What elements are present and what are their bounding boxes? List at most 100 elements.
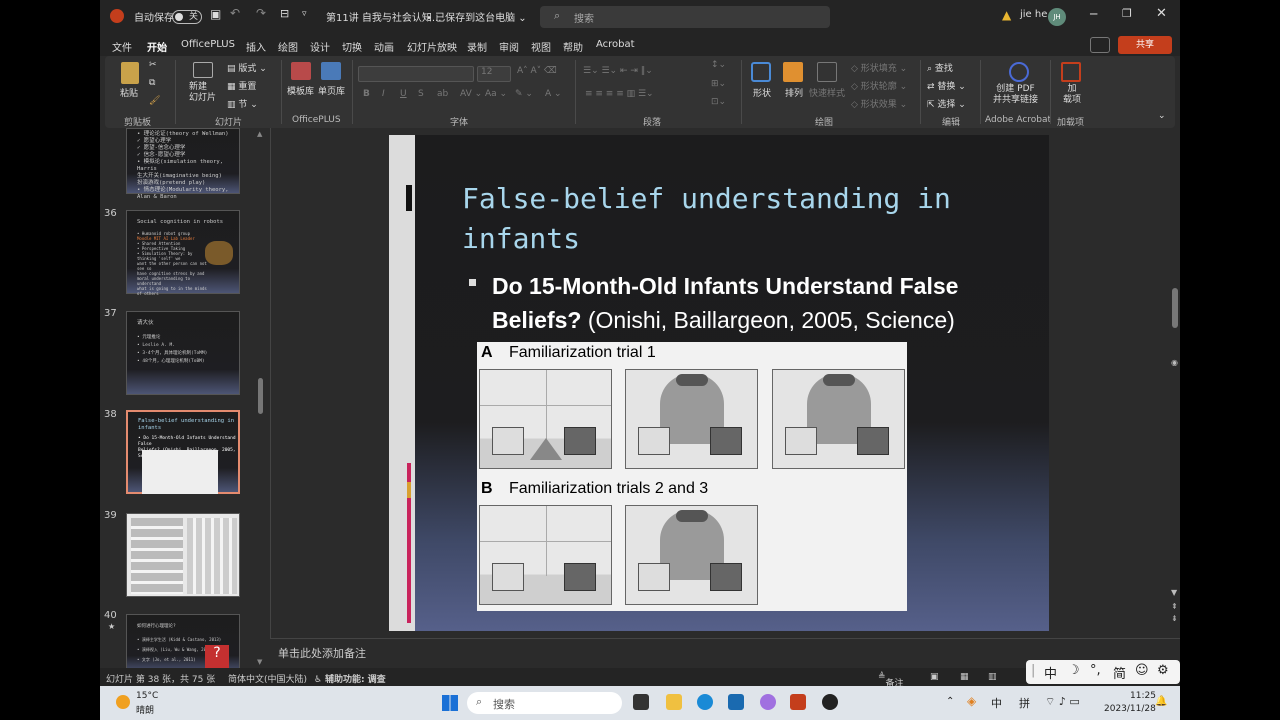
scroll-thumb[interactable] bbox=[1172, 288, 1178, 328]
taskbar-search[interactable]: ⌕ 搜索 bbox=[467, 692, 622, 714]
create-pdf-icon[interactable] bbox=[1009, 62, 1029, 82]
page-down-icon[interactable]: ▼ bbox=[1171, 588, 1177, 597]
ime-settings-icon[interactable]: ⚙ bbox=[1157, 663, 1169, 678]
accessibility-status[interactable]: ♿ 辅助功能: 调查 bbox=[314, 672, 386, 685]
language-status[interactable]: 简体中文(中国大陆) bbox=[228, 672, 307, 685]
ime-grip-icon[interactable]: | bbox=[1031, 663, 1035, 678]
single-page-library-label[interactable]: 单页库 bbox=[318, 84, 345, 97]
shadow-icon[interactable]: S bbox=[418, 89, 424, 99]
notification-icon[interactable]: 🔔 bbox=[1155, 696, 1167, 707]
share-button[interactable]: 共享 bbox=[1118, 36, 1172, 54]
clock-date[interactable]: 2023/11/28 bbox=[1104, 704, 1156, 714]
menu-draw[interactable]: 绘图 bbox=[278, 39, 298, 54]
media-player-icon[interactable] bbox=[822, 694, 838, 710]
shape-outline-button[interactable]: ◇ 形状轮廓 ⌄ bbox=[851, 79, 907, 92]
customize-qat-icon[interactable]: ▿ bbox=[302, 9, 307, 19]
strikethrough-icon[interactable]: ab bbox=[437, 89, 448, 99]
new-slide-icon[interactable] bbox=[193, 62, 213, 78]
edge-icon[interactable] bbox=[697, 694, 713, 710]
save-icon[interactable]: ▣ bbox=[210, 7, 221, 21]
current-slide[interactable]: False-belief understanding in infants Do… bbox=[389, 135, 1049, 631]
notes-button[interactable]: ≜ 备注 bbox=[878, 672, 904, 689]
moon-icon[interactable]: ☽ bbox=[1068, 663, 1080, 678]
search-box[interactable]: ⌕ 搜索 bbox=[540, 6, 830, 28]
slide-sorter-icon[interactable]: ▦ bbox=[960, 672, 969, 682]
menu-officeplus[interactable]: OfficePLUS bbox=[181, 39, 235, 50]
slide-thumbnail[interactable]: • 理论论证(theory of Wellman) ✓ 愿望心理学 ✓ 愿望-信… bbox=[126, 128, 240, 200]
format-painter-icon[interactable]: 🖌 bbox=[149, 96, 160, 106]
wifi-icon[interactable]: ⌔ ♪ ▭ bbox=[1045, 695, 1080, 709]
undo-icon[interactable]: ↶ bbox=[230, 6, 240, 20]
menu-view[interactable]: 视图 bbox=[531, 39, 551, 54]
scroll-icon[interactable]: ◉ bbox=[1171, 358, 1178, 367]
warning-icon[interactable]: ▲ bbox=[1002, 8, 1011, 22]
task-view-icon[interactable] bbox=[633, 694, 649, 710]
slide-bullet[interactable]: Do 15-Month-Old Infants Understand False… bbox=[492, 269, 1022, 337]
text-direction-icon[interactable]: ↕⌄ bbox=[711, 60, 726, 70]
replace-button[interactable]: ⇄ 替换 ⌄ bbox=[927, 79, 966, 92]
slide-thumbnail[interactable]: 如何进行心理理论? • 演绎主学生活 (Kidd & Castano, 2013… bbox=[126, 614, 240, 674]
reset-button[interactable]: ▦ 重置 bbox=[227, 79, 256, 92]
minimize-icon[interactable]: ─ bbox=[1090, 7, 1097, 21]
slide-thumbnail[interactable]: Social cognition in robots • Humanoid ro… bbox=[126, 210, 240, 296]
underline-icon[interactable]: U bbox=[400, 89, 407, 99]
font-color-icon[interactable]: A ⌄ bbox=[545, 89, 562, 99]
restore-icon[interactable]: ❐ bbox=[1122, 7, 1132, 20]
ime-punct[interactable]: °, bbox=[1090, 663, 1101, 678]
menu-record[interactable]: 录制 bbox=[467, 39, 487, 54]
italic-icon[interactable]: I bbox=[382, 89, 385, 99]
file-explorer-icon[interactable] bbox=[666, 694, 682, 710]
normal-view-icon[interactable]: ▣ bbox=[930, 672, 939, 682]
quick-styles-label[interactable]: 快速样式 bbox=[809, 86, 845, 99]
scroll-up-icon[interactable]: ▲ bbox=[257, 130, 262, 138]
slide-thumbnail[interactable] bbox=[126, 513, 240, 597]
slide-thumbnail[interactable]: 请大伙 • 元理推论 • Leslie A. M. • 3-4个月，具体理论机制… bbox=[126, 311, 240, 395]
paste-icon[interactable] bbox=[121, 62, 139, 84]
shapes-icon[interactable] bbox=[751, 62, 771, 82]
addins-label[interactable]: 加 载项 bbox=[1063, 84, 1081, 106]
shape-effects-button[interactable]: ◇ 形状效果 ⌄ bbox=[851, 97, 907, 110]
align-text-icon[interactable]: ⊞⌄ bbox=[711, 79, 726, 89]
menu-acrobat[interactable]: Acrobat bbox=[596, 39, 635, 50]
app-tray-icon[interactable]: ◈ bbox=[967, 694, 976, 708]
comments-button[interactable] bbox=[1090, 37, 1110, 53]
case-icon[interactable]: Aa ⌄ bbox=[485, 89, 507, 99]
menu-design[interactable]: 设计 bbox=[310, 39, 330, 54]
slide-title[interactable]: False-belief understanding in infants bbox=[462, 179, 1022, 259]
menu-file[interactable]: 文件 bbox=[112, 39, 132, 54]
store-icon[interactable] bbox=[728, 694, 744, 710]
font-grow-icon[interactable]: A˄ A˅ ⌫ bbox=[517, 66, 557, 76]
reading-view-icon[interactable]: ▥ bbox=[988, 672, 997, 682]
menu-animations[interactable]: 动画 bbox=[374, 39, 394, 54]
input-lang-1[interactable]: 中 bbox=[991, 695, 1002, 711]
quick-styles-icon[interactable] bbox=[817, 62, 837, 82]
new-slide-label[interactable]: 新建 幻灯片 bbox=[189, 82, 216, 104]
copilot-icon[interactable] bbox=[760, 694, 776, 710]
template-library-icon[interactable] bbox=[291, 62, 311, 80]
find-button[interactable]: ⌕ 查找 bbox=[927, 61, 953, 74]
input-lang-2[interactable]: 拼 bbox=[1019, 695, 1030, 711]
thumbnail-scrollbar[interactable] bbox=[258, 378, 263, 414]
single-page-library-icon[interactable] bbox=[321, 62, 341, 80]
familiarization-figure[interactable]: A Familiarization trial 1 B Familiarizat… bbox=[477, 342, 907, 611]
previous-slide-icon[interactable]: ⇞ bbox=[1171, 602, 1178, 611]
collapse-ribbon-icon[interactable]: ⌄ bbox=[1158, 111, 1166, 121]
cut-icon[interactable]: ✂ bbox=[149, 60, 157, 70]
select-button[interactable]: ⇱ 选择 ⌄ bbox=[927, 97, 966, 110]
menu-transitions[interactable]: 切换 bbox=[342, 39, 362, 54]
copy-icon[interactable]: ⧉ bbox=[149, 78, 155, 88]
weather-icon[interactable] bbox=[116, 695, 130, 709]
ime-mode[interactable]: 中 bbox=[1044, 663, 1057, 682]
shapes-label[interactable]: 形状 bbox=[753, 86, 771, 99]
avatar[interactable]: JH bbox=[1048, 8, 1066, 26]
powerpoint-taskbar-icon[interactable] bbox=[790, 694, 806, 710]
arrange-label[interactable]: 排列 bbox=[785, 86, 803, 99]
next-slide-icon[interactable]: ⇟ bbox=[1171, 614, 1178, 623]
addins-icon[interactable] bbox=[1061, 62, 1081, 82]
slide-thumbnail-selected[interactable]: False-belief understanding in infants • … bbox=[126, 410, 240, 494]
present-icon[interactable]: ⊟ bbox=[280, 7, 289, 20]
ime-simplified[interactable]: 简 bbox=[1113, 663, 1126, 682]
clock-time[interactable]: 11:25 bbox=[1130, 691, 1156, 701]
save-status[interactable]: • 已保存到这台电脑 ⌄ bbox=[426, 9, 527, 24]
highlight-icon[interactable]: ✎ ⌄ bbox=[515, 89, 533, 99]
